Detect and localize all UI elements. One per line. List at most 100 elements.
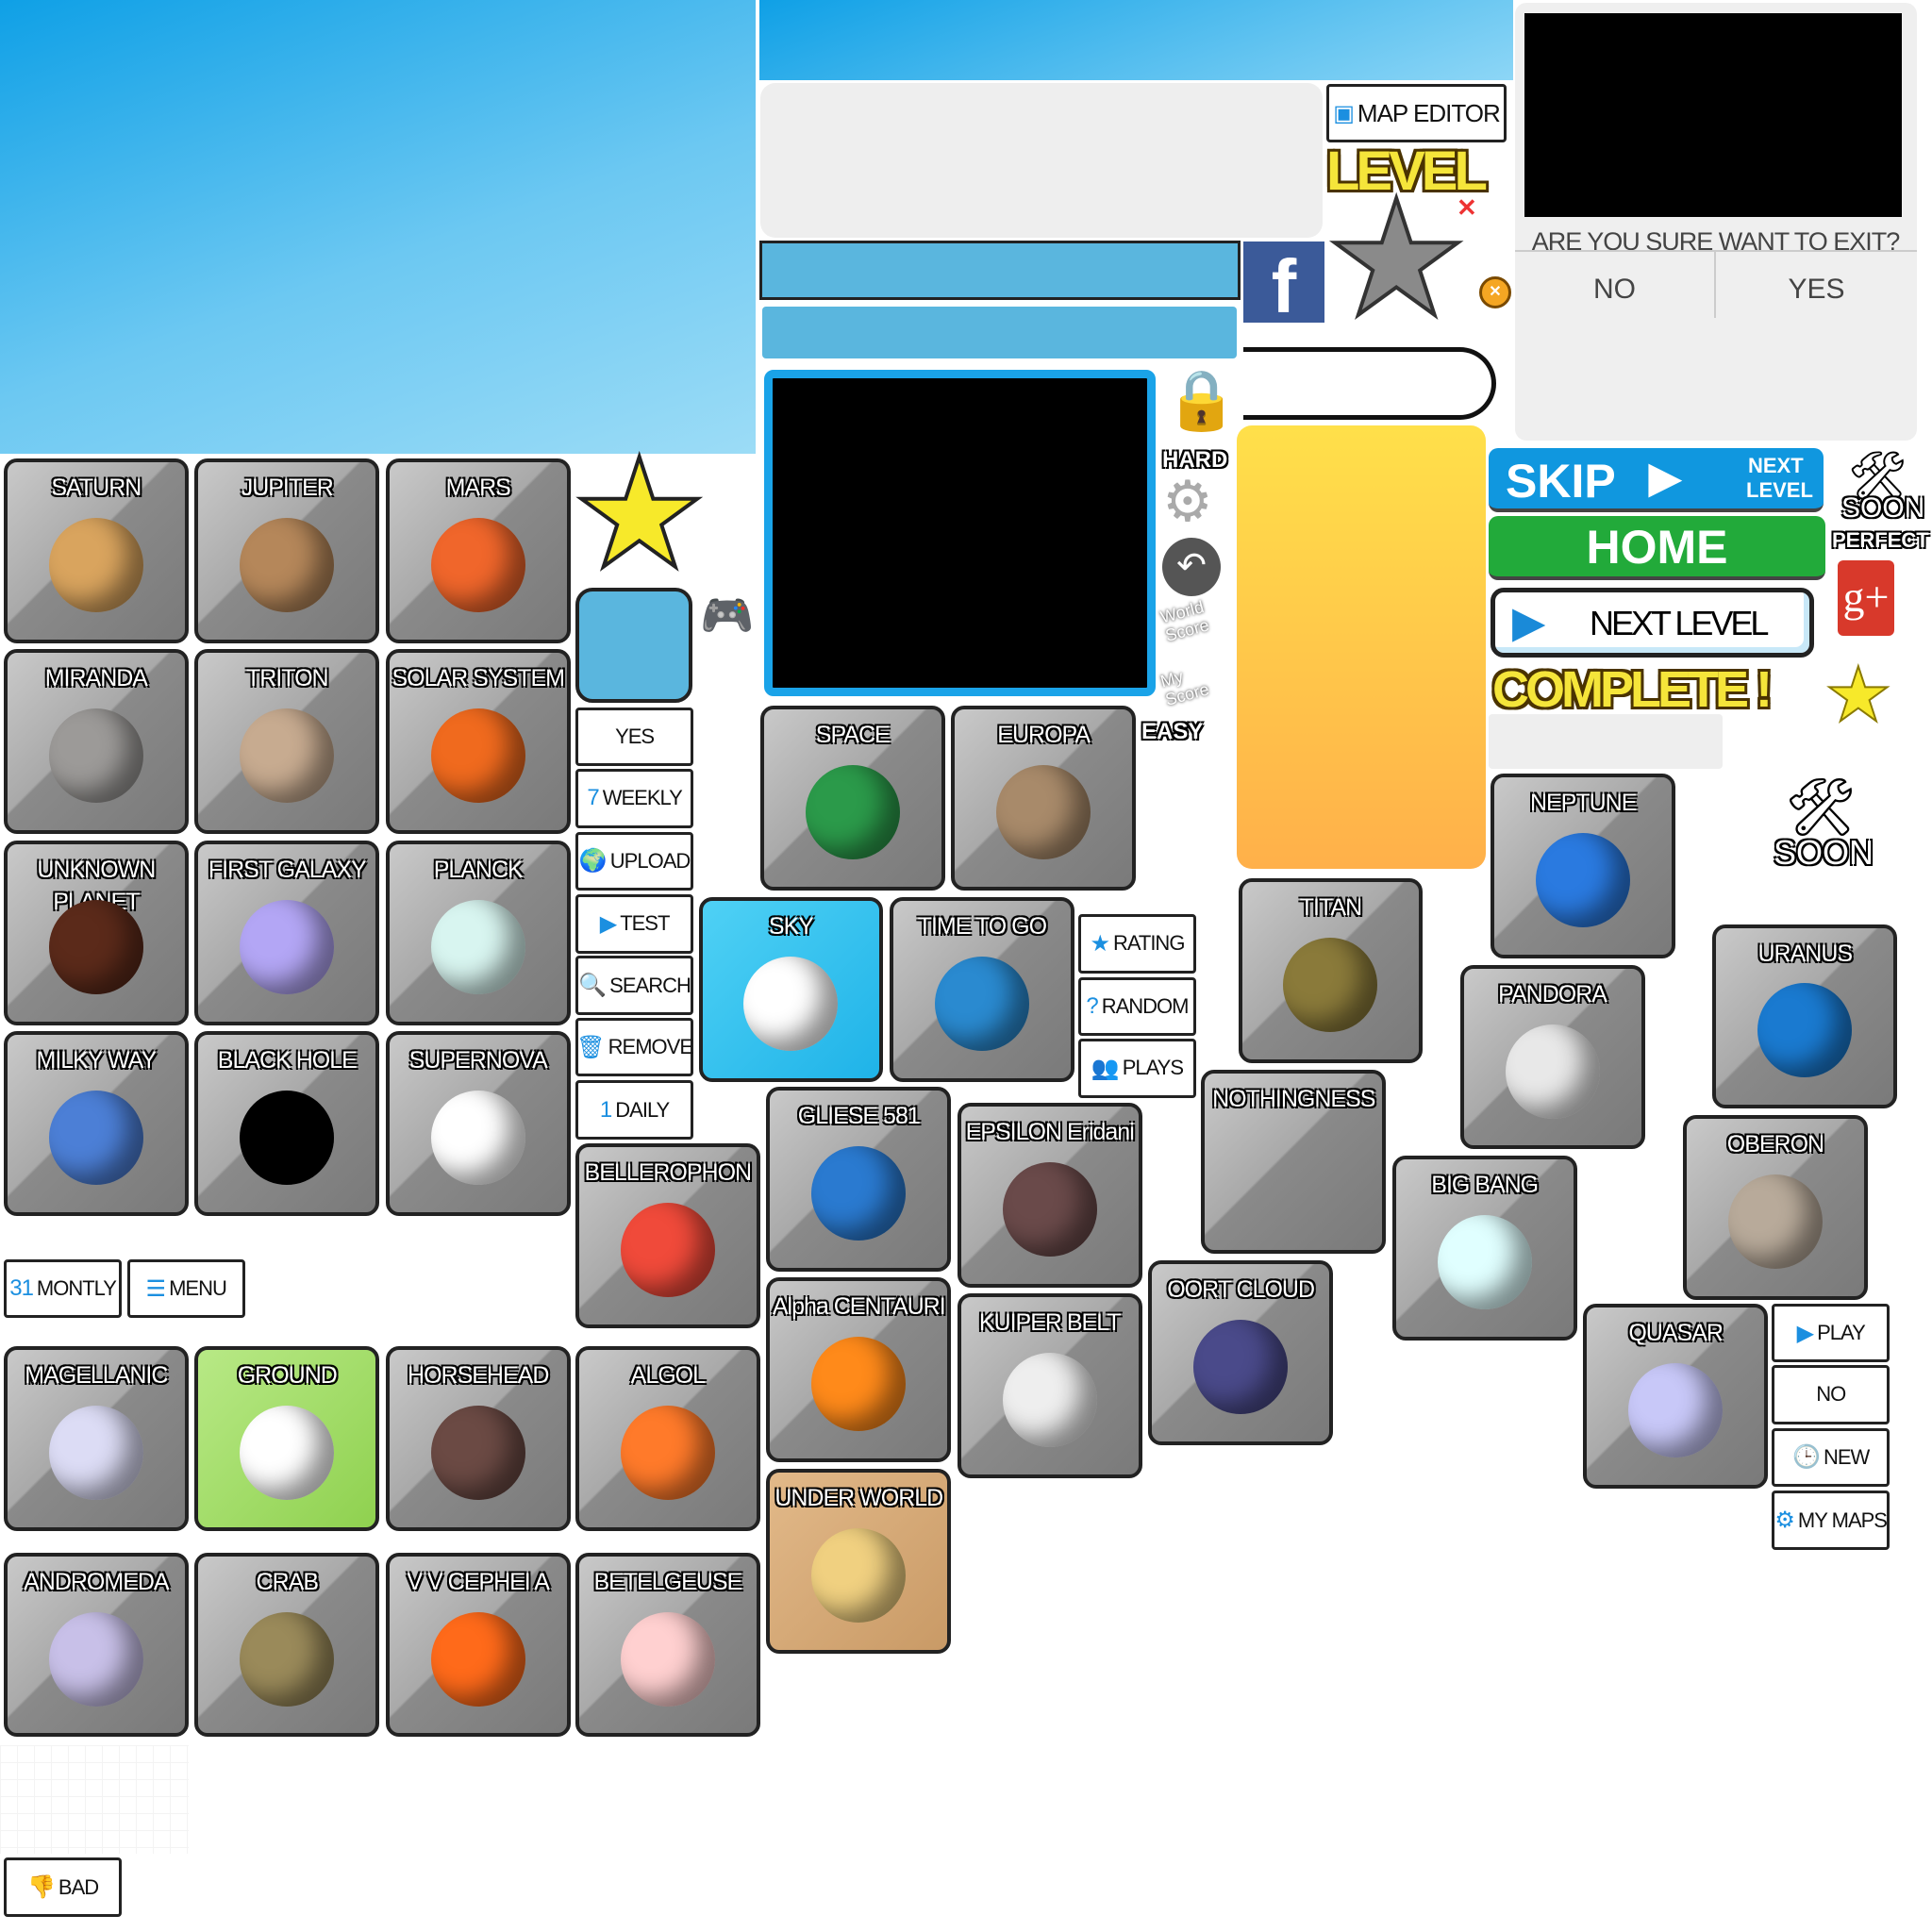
level-tile-magellanic[interactable]: MAGELLANIC <box>3 1346 189 1532</box>
planet-icon <box>48 517 143 612</box>
level-tile-milky-way[interactable]: MILKY WAY <box>3 1031 189 1216</box>
random-button[interactable]: ? RANDOM <box>1077 976 1197 1037</box>
tile-label: MIRANDA <box>44 665 148 692</box>
level-tile-ground[interactable]: GROUND <box>194 1346 380 1532</box>
level-tile-nothingness[interactable]: NOTHINGNESS <box>1201 1069 1387 1255</box>
new-button[interactable]: 🕒 NEW <box>1772 1427 1890 1488</box>
my-maps-button[interactable]: ⚙ MY MAPS <box>1772 1491 1890 1550</box>
level-tile-unknown-planet[interactable]: UNKNOWN PLANET <box>3 840 189 1025</box>
button-label: SEARCH <box>609 973 691 997</box>
tile-label: BELLEROPHON <box>584 1158 753 1186</box>
rating-button[interactable]: ★ RATING <box>1077 914 1197 974</box>
no-button[interactable]: NO <box>1772 1365 1890 1424</box>
upload-button[interactable]: 🌍 UPLOAD <box>575 831 694 891</box>
play-button[interactable]: ▶ PLAY <box>1772 1303 1890 1363</box>
next-level-button[interactable]: ▶ NEXT LEVEL <box>1491 588 1814 658</box>
level-tile-oberon[interactable]: OBERON <box>1682 1114 1868 1300</box>
level-tile-crab[interactable]: CRAB <box>194 1552 380 1738</box>
level-tile-betelgeuse[interactable]: BETELGEUSE <box>575 1552 760 1738</box>
video-icon: ▶ <box>1649 455 1681 501</box>
planet-icon <box>1628 1362 1724 1457</box>
skip-button[interactable]: SKIP ▶ NEXT LEVEL <box>1489 448 1824 512</box>
blue-bar <box>759 241 1241 300</box>
soon-tools-icon-2: 🛠 <box>1784 775 1857 839</box>
level-tile-triton[interactable]: TRITON <box>194 649 380 835</box>
button-label: RATING <box>1112 931 1185 956</box>
settings-gear-icon[interactable]: ⚙ <box>1162 474 1213 530</box>
button-label: REMOVE <box>608 1035 693 1059</box>
weekly-button[interactable]: 7 WEEKLY <box>575 768 694 828</box>
planet-icon <box>1505 1024 1600 1119</box>
close-circle-icon[interactable]: ✕ <box>1479 276 1511 308</box>
world-score-icon[interactable]: World Score <box>1158 592 1228 645</box>
level-tile-black-hole[interactable]: BLACK HOLE <box>194 1031 380 1216</box>
facebook-icon[interactable]: f <box>1243 242 1324 328</box>
level-tile-horsehead[interactable]: HORSEHEAD <box>385 1346 571 1532</box>
level-tile-under-world[interactable]: UNDER WORLD <box>766 1468 952 1654</box>
planet-icon <box>934 956 1029 1051</box>
level-tile-v-v-cephei-a[interactable]: V V CEPHEI A <box>385 1552 571 1738</box>
level-tile-planck[interactable]: PLANCK <box>385 840 571 1025</box>
level-tile-sky[interactable]: SKY <box>698 896 884 1082</box>
level-tile-oort-cloud[interactable]: OORT CLOUD <box>1148 1260 1334 1445</box>
tile-label: TRITON <box>245 665 329 692</box>
tile-label: FIRST GALAXY <box>208 856 367 883</box>
level-tile-miranda[interactable]: MIRANDA <box>3 649 189 835</box>
plays-button[interactable]: 👥 PLAYS <box>1077 1038 1197 1098</box>
tile-label: MILKY WAY <box>36 1047 158 1074</box>
button-label: WEEKLY <box>602 786 683 810</box>
back-arrow-icon[interactable]: ↶ <box>1162 538 1221 596</box>
level-tile-pandora[interactable]: PANDORA <box>1459 964 1645 1150</box>
planet-icon <box>430 1406 525 1501</box>
tile-label: ANDROMEDA <box>24 1568 170 1595</box>
soon-label-2: SOON <box>1774 833 1874 872</box>
daily-button[interactable]: 1 DAILY <box>575 1080 694 1141</box>
button-icon: ▶ <box>599 910 617 937</box>
level-tile-alpha-centauri[interactable]: Alpha CENTAURI <box>766 1277 952 1463</box>
map-editor-button[interactable]: ▣ MAP EDITOR <box>1326 84 1507 142</box>
level-tile-neptune[interactable]: NEPTUNE <box>1491 774 1676 959</box>
bad-button[interactable]: 👎 BAD <box>3 1857 123 1918</box>
tile-label: TITAN <box>1299 894 1362 922</box>
test-button[interactable]: ▶ TEST <box>575 894 694 954</box>
level-tile-saturn[interactable]: SATURN <box>3 458 189 643</box>
level-tile-uranus[interactable]: URANUS <box>1712 924 1898 1109</box>
planet-icon <box>1193 1320 1289 1414</box>
level-tile-big-bang[interactable]: BIG BANG <box>1391 1156 1577 1341</box>
level-tile-kuiper-belt[interactable]: KUIPER BELT <box>957 1293 1142 1479</box>
level-tile-algol[interactable]: ALGOL <box>575 1346 760 1532</box>
tile-label: EPSILON Eridani <box>965 1118 1135 1145</box>
level-tile-jupiter[interactable]: JUPITER <box>194 458 380 643</box>
exit-no-button[interactable]: NO <box>1515 250 1716 318</box>
level-tile-titan[interactable]: TITAN <box>1238 878 1424 1064</box>
button-label: MENU <box>169 1276 227 1301</box>
level-tile-epsilon-eridani[interactable]: EPSILON Eridani <box>957 1102 1142 1288</box>
home-button[interactable]: HOME <box>1489 516 1825 580</box>
level-tile-europa[interactable]: EUROPA <box>951 706 1137 891</box>
google-plus-icon[interactable]: g+ <box>1838 560 1894 636</box>
level-tile-bellerophon[interactable]: BELLEROPHON <box>575 1142 760 1328</box>
yellow-star-icon: ★ <box>1824 652 1893 738</box>
button-label: MONTLY <box>36 1276 117 1301</box>
exit-yes-button[interactable]: YES <box>1716 250 1917 318</box>
level-tile-solar-system[interactable]: SOLAR SYSTEM <box>385 649 571 835</box>
sky-background-large <box>0 0 756 454</box>
planet-icon <box>430 1611 525 1707</box>
level-tile-supernova[interactable]: SUPERNOVA <box>385 1031 571 1216</box>
planet-icon <box>48 1611 143 1707</box>
level-tile-space[interactable]: SPACE <box>759 706 945 891</box>
level-tile-time-to-go[interactable]: TIME TO GO <box>889 896 1074 1082</box>
preview-screen <box>764 370 1156 696</box>
button-icon: 🌍 <box>578 848 608 874</box>
level-tile-quasar[interactable]: QUASAR <box>1583 1303 1769 1489</box>
yes-button[interactable]: YES <box>575 707 694 767</box>
remove-button[interactable]: 🗑 REMOVE <box>575 1017 694 1077</box>
level-tile-andromeda[interactable]: ANDROMEDA <box>3 1552 189 1738</box>
montly-button[interactable]: 31 MONTLY <box>3 1258 123 1319</box>
level-tile-gliese-581[interactable]: GLIESE 581 <box>766 1086 952 1272</box>
search-button[interactable]: 🔍 SEARCH <box>575 956 694 1016</box>
menu-button[interactable]: ☰ MENU <box>126 1258 245 1319</box>
level-tile-first-galaxy[interactable]: FIRST GALAXY <box>194 840 380 1025</box>
my-score-icon[interactable]: My Score <box>1158 657 1228 709</box>
level-tile-mars[interactable]: MARS <box>385 458 571 643</box>
